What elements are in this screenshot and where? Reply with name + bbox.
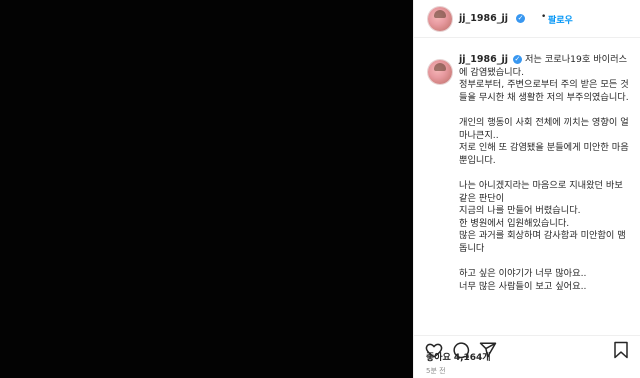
save-button[interactable] (612, 341, 630, 359)
caption-paragraph-3: 나는 아니겠지라는 마음으로 지내왔던 바보 같은 판단이 지금의 나를 만들어… (459, 179, 626, 254)
caption-paragraph-2: 개인의 행동이 사회 전체에 끼치는 영향이 얼마나큰지.. 저로 인해 또 감… (459, 116, 629, 166)
caption-paragraph-4: 하고 싶은 이야기가 너무 많아요.. 너무 많은 사람들이 보고 싶어요.. (459, 268, 587, 292)
post-timestamp[interactable]: 5분 전 (426, 366, 446, 376)
post-caption: jj_1986_jj ✓ 저는 코로나19호 바이러스에 감염됐습니다. 정부로부터… (459, 54, 631, 293)
caption-avatar[interactable] (428, 60, 452, 84)
likes-count[interactable]: 좋아요 4,164개 (426, 350, 491, 363)
caption-paragraph-1: 정부로부터, 주변으로부터 주의 받은 모든 것들을 무시한 채 생활한 저의 … (459, 79, 629, 103)
header-username[interactable]: jj_1986_jj (459, 13, 508, 24)
verified-badge-icon: ✓ (512, 55, 522, 64)
avatar[interactable] (428, 7, 452, 31)
verified-badge-icon: ✓ (516, 14, 525, 23)
post-header: jj_1986_jj ✓ • 팔로우 (414, 0, 640, 38)
post-side-panel: jj_1986_jj ✓ • 팔로우 jj_1986_jj ✓ 저는 코로나19호 … (413, 0, 640, 378)
likes-number: 4,164개 (453, 353, 491, 363)
follow-separator: • (541, 12, 547, 22)
bookmark-icon (614, 341, 628, 359)
caption-first-line: jj_1986_jj ✓ 저는 코로나19호 바이러스에 감염됐습니다. (459, 54, 631, 79)
follow-button[interactable]: 팔로우 (548, 13, 573, 26)
likes-label: 좋아요 (426, 353, 451, 363)
post-media[interactable] (0, 0, 413, 378)
caption-username[interactable]: jj_1986_jj (459, 54, 508, 65)
comments-area[interactable]: jj_1986_jj ✓ 저는 코로나19호 바이러스에 감염됐습니다. 정부로부터… (414, 38, 640, 335)
